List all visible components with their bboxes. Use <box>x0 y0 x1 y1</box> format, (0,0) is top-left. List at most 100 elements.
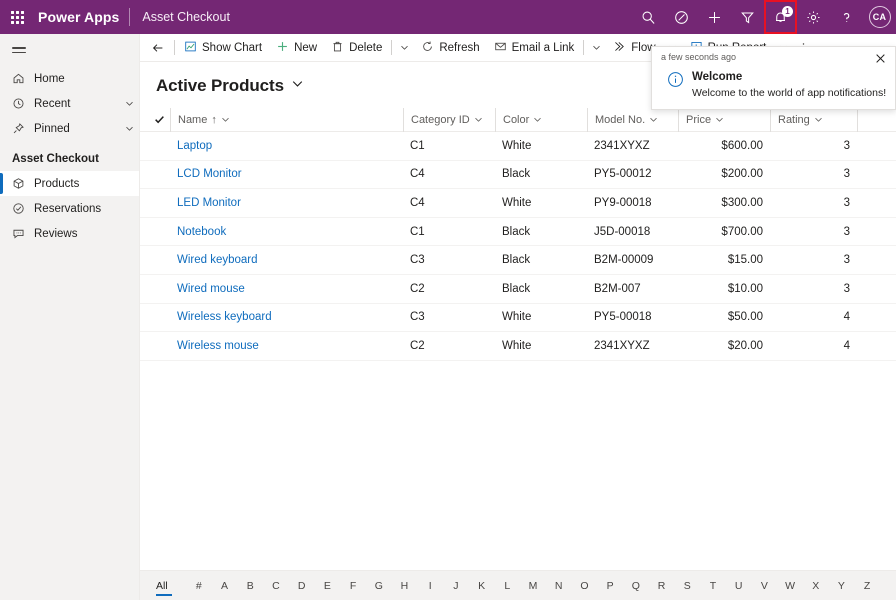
row-select-checkbox[interactable] <box>148 191 170 215</box>
sidebar-item-home[interactable]: Home <box>0 66 139 91</box>
alpha-filter-v[interactable]: V <box>751 579 777 593</box>
email-a-link-button[interactable]: Email a Link <box>487 34 582 61</box>
alpha-filter-d[interactable]: D <box>289 579 315 593</box>
close-icon[interactable] <box>874 52 887 68</box>
alpha-filter-b[interactable]: B <box>237 579 263 593</box>
alpha-filter-m[interactable]: M <box>520 579 546 593</box>
settings-button[interactable] <box>797 0 830 34</box>
alpha-filter-t[interactable]: T <box>700 579 726 593</box>
record-link[interactable]: Wireless keyboard <box>177 311 272 323</box>
chevron-down-icon[interactable] <box>119 99 139 108</box>
alpha-filter-l[interactable]: L <box>494 579 520 593</box>
table-row[interactable]: LCD Monitor C4 Black PY5-00012 $200.00 3 <box>140 161 896 190</box>
table-row[interactable]: Notebook C1 Black J5D-00018 $700.00 3 <box>140 218 896 247</box>
show-chart-button[interactable]: Show Chart <box>177 34 269 61</box>
select-all-checkbox[interactable] <box>148 108 170 132</box>
sidebar-item-reviews[interactable]: Reviews <box>0 221 139 246</box>
row-select-checkbox[interactable] <box>148 220 170 244</box>
user-avatar-button[interactable]: CA <box>863 0 896 34</box>
app-launcher-button[interactable] <box>0 0 34 34</box>
alpha-filter-z[interactable]: Z <box>854 579 880 593</box>
email-overflow-caret[interactable] <box>586 34 606 61</box>
sitemap-toggle-button[interactable] <box>0 34 139 66</box>
alpha-filter-k[interactable]: K <box>469 579 495 593</box>
back-button[interactable] <box>144 34 172 61</box>
record-link[interactable]: Wired mouse <box>177 283 245 295</box>
chevron-down-icon[interactable] <box>474 115 483 124</box>
column-header-name[interactable]: Name ↑ <box>170 107 403 132</box>
sidebar-item-products[interactable]: Products <box>0 171 139 196</box>
cell-rating: 3 <box>843 282 850 295</box>
table-row[interactable]: Wireless mouse C2 White 2341XYXZ $20.00 4 <box>140 332 896 361</box>
alpha-filter-g[interactable]: G <box>366 579 392 593</box>
alpha-filter-e[interactable]: E <box>315 579 341 593</box>
column-header-color[interactable]: Color <box>495 107 587 132</box>
table-row[interactable]: Wireless keyboard C3 White PY5-00018 $50.00 4 <box>140 304 896 333</box>
sidebar-item-pinned[interactable]: Pinned <box>0 116 139 141</box>
sidebar-item-reservations[interactable]: Reservations <box>0 196 139 221</box>
table-row[interactable]: Wired mouse C2 Black B2M-007 $10.00 3 <box>140 275 896 304</box>
chevron-down-icon[interactable] <box>715 115 724 124</box>
column-header-category-id[interactable]: Category ID <box>403 107 495 132</box>
alpha-filter-a[interactable]: A <box>212 579 238 593</box>
delete-button[interactable]: Delete <box>324 34 389 61</box>
alpha-filter-q[interactable]: Q <box>623 579 649 593</box>
alpha-filter-j[interactable]: J <box>443 579 469 593</box>
alpha-filter-s[interactable]: S <box>674 579 700 593</box>
alpha-filter-y[interactable]: Y <box>829 579 855 593</box>
record-link[interactable]: LCD Monitor <box>177 168 242 180</box>
record-link[interactable]: Notebook <box>177 226 226 238</box>
chevron-down-icon[interactable] <box>221 115 230 124</box>
delete-overflow-caret[interactable] <box>394 34 414 61</box>
chevron-down-icon[interactable] <box>649 115 658 124</box>
record-link[interactable]: Wireless mouse <box>177 340 259 352</box>
alpha-filter-o[interactable]: O <box>572 579 598 593</box>
app-name-label[interactable]: Asset Checkout <box>130 10 230 24</box>
alpha-filter-all[interactable]: All <box>156 579 186 596</box>
row-select-checkbox[interactable] <box>148 162 170 186</box>
brand-title[interactable]: Power Apps <box>34 9 129 25</box>
row-select-checkbox[interactable] <box>148 334 170 358</box>
record-link[interactable]: LED Monitor <box>177 197 241 209</box>
search-button[interactable] <box>632 0 665 34</box>
chevron-down-icon[interactable] <box>533 115 542 124</box>
alpha-filter-p[interactable]: P <box>597 579 623 593</box>
refresh-button[interactable]: Refresh <box>414 34 486 61</box>
row-select-checkbox[interactable] <box>148 134 170 158</box>
help-button[interactable] <box>830 0 863 34</box>
record-link[interactable]: Wired keyboard <box>177 254 258 266</box>
alpha-filter-c[interactable]: C <box>263 579 289 593</box>
data-grid: Name ↑ Category ID Color Model No. Price… <box>140 107 896 570</box>
alpha-filter-r[interactable]: R <box>649 579 675 593</box>
alpha-filter-h[interactable]: H <box>392 579 418 593</box>
alpha-filter-x[interactable]: X <box>803 579 829 593</box>
alpha-filter-i[interactable]: I <box>417 579 443 593</box>
table-row[interactable]: Laptop C1 White 2341XYXZ $600.00 3 <box>140 132 896 161</box>
table-row[interactable]: LED Monitor C4 White PY9-00018 $300.00 3 <box>140 189 896 218</box>
alpha-filter-f[interactable]: F <box>340 579 366 593</box>
column-header-model-no[interactable]: Model No. <box>587 107 678 132</box>
cell-color: White <box>502 311 532 324</box>
notifications-button[interactable]: 1 <box>764 0 797 34</box>
chevron-down-icon[interactable] <box>814 115 823 124</box>
row-select-checkbox[interactable] <box>148 277 170 301</box>
row-select-checkbox[interactable] <box>148 305 170 329</box>
column-header-price[interactable]: Price <box>678 107 770 132</box>
sort-ascending-icon: ↑ <box>211 113 217 126</box>
clock-icon <box>12 97 32 110</box>
row-select-checkbox[interactable] <box>148 248 170 272</box>
sidebar-item-recent[interactable]: Recent <box>0 91 139 116</box>
alpha-filter-hash[interactable]: # <box>186 579 212 593</box>
diagnostics-button[interactable] <box>665 0 698 34</box>
chevron-down-icon[interactable] <box>291 77 304 95</box>
filter-button[interactable] <box>731 0 764 34</box>
new-button[interactable]: New <box>269 34 324 61</box>
alpha-filter-u[interactable]: U <box>726 579 752 593</box>
quick-create-button[interactable] <box>698 0 731 34</box>
alpha-filter-w[interactable]: W <box>777 579 803 593</box>
alpha-filter-n[interactable]: N <box>546 579 572 593</box>
column-header-rating[interactable]: Rating <box>770 107 857 132</box>
record-link[interactable]: Laptop <box>177 140 212 152</box>
table-row[interactable]: Wired keyboard C3 Black B2M-00009 $15.00 3 <box>140 246 896 275</box>
chevron-down-icon[interactable] <box>119 124 139 133</box>
